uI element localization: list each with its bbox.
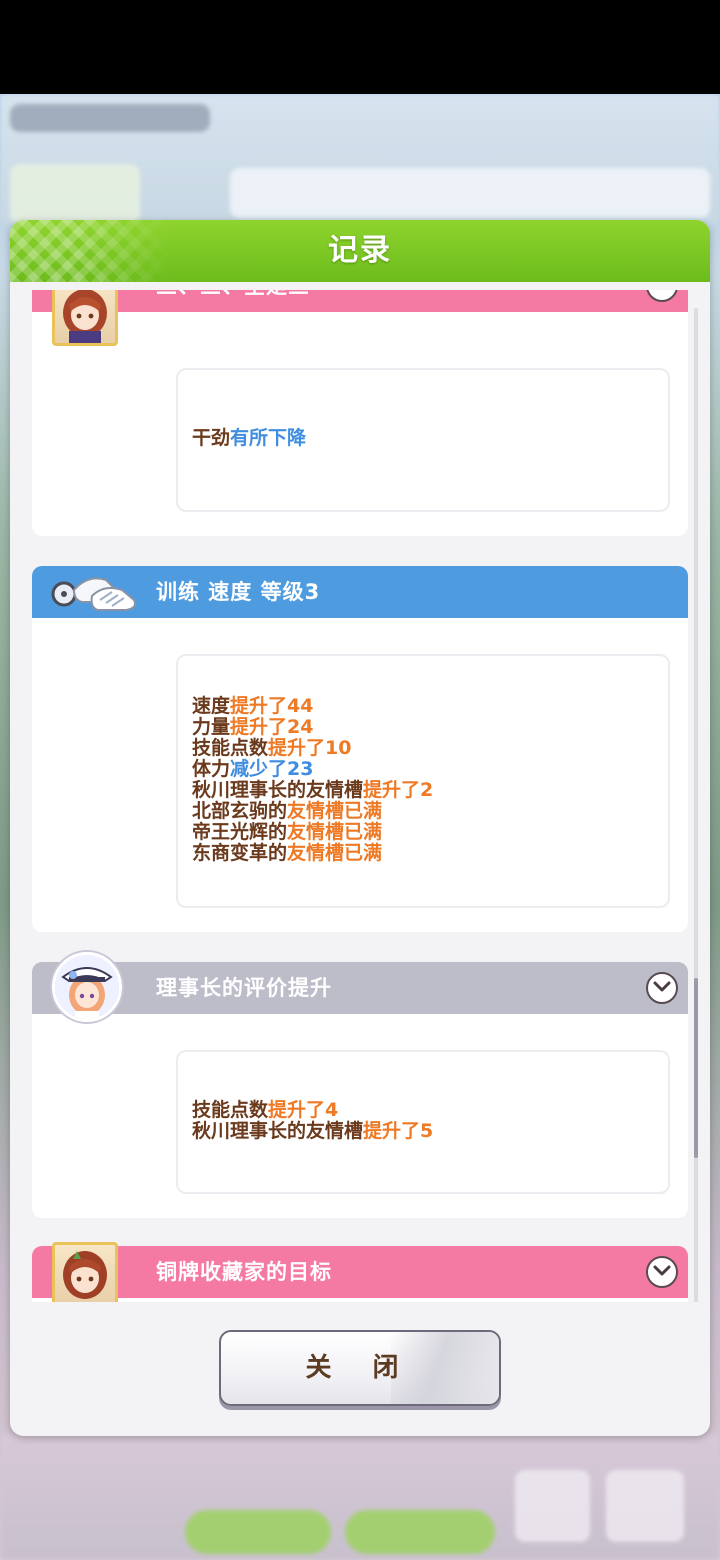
modal-footer: 关 闭 <box>10 1302 710 1436</box>
detail-line: 技能点数提升了10 <box>192 738 433 759</box>
detail-text: 秋川理事长的友情槽 <box>192 779 364 801</box>
chevron-down-icon[interactable] <box>646 1256 678 1288</box>
detail-line: 技能点数提升了4 <box>192 1100 433 1121</box>
detail-text: 东商变革的 <box>192 842 288 864</box>
entry-title: 训练 速度 等级3 <box>156 580 321 604</box>
detail-line: 干劲有所下降 <box>192 428 306 449</box>
close-button[interactable]: 关 闭 <box>219 1330 501 1406</box>
detail-change: 友情槽已满 <box>287 800 383 822</box>
detail-change: 有所下降 <box>230 427 307 449</box>
detail-lines: 干劲有所下降 <box>192 428 306 449</box>
detail-line: 秋川理事长的友情槽提升了2 <box>192 780 433 801</box>
detail-line: 北部玄驹的友情槽已满 <box>192 801 433 822</box>
log-list[interactable]: 三、三、全是三 干劲有所下降 训练 速度 等 <box>32 290 688 1302</box>
scrollbar-thumb[interactable] <box>694 978 698 1158</box>
entry-header[interactable]: 理事长的评价提升 <box>32 962 688 1014</box>
detail-line: 体力减少了23 <box>192 759 433 780</box>
detail-change: 减少了23 <box>230 758 314 780</box>
scrollbar[interactable] <box>694 308 698 1308</box>
detail-line: 速度提升了44 <box>192 696 433 717</box>
log-entry: 三、三、全是三 干劲有所下降 <box>32 290 688 536</box>
detail-lines: 技能点数提升了4 秋川理事长的友情槽提升了5 <box>192 1100 433 1142</box>
modal-title: 记录 <box>328 233 392 268</box>
entry-title: 理事长的评价提升 <box>156 976 332 1000</box>
background-button <box>185 1510 331 1554</box>
background-button <box>606 1470 684 1542</box>
log-entry: 铜牌收藏家的目标 <box>32 1246 688 1302</box>
entry-header[interactable]: 三、三、全是三 <box>32 290 688 312</box>
detail-line: 力量提升了24 <box>192 717 433 738</box>
character-portrait <box>52 290 118 346</box>
detail-text: 速度 <box>192 695 231 717</box>
detail-change: 友情槽已满 <box>287 842 383 864</box>
detail-text: 力量 <box>192 716 231 738</box>
detail-change: 提升了5 <box>363 1120 434 1142</box>
log-entry: 理事长的评价提升 技能点数提升了4 秋川理事长的友情槽提升了5 <box>32 962 688 1218</box>
entry-detail-box: 技能点数提升了4 秋川理事长的友情槽提升了5 <box>176 1050 670 1194</box>
entry-detail-box: 干劲有所下降 <box>176 368 670 512</box>
chevron-down-icon[interactable] <box>646 290 678 302</box>
detail-change: 友情槽已满 <box>287 821 383 843</box>
detail-lines: 速度提升了44 力量提升了24 技能点数提升了10 体力减少了23 秋川理事长的… <box>192 696 433 864</box>
detail-text: 技能点数 <box>192 737 269 759</box>
detail-line: 秋川理事长的友情槽提升了5 <box>192 1121 433 1142</box>
log-entry: 训练 速度 等级3 速度提升了44 力量提升了24 技能点数提升了10 体力减少… <box>32 566 688 932</box>
background-chip <box>10 164 140 224</box>
detail-change: 提升了4 <box>268 1099 339 1121</box>
detail-text: 秋川理事长的友情槽 <box>192 1120 364 1142</box>
character-portrait <box>52 1242 118 1302</box>
modal-header: 记录 <box>10 220 710 282</box>
detail-text: 北部玄驹的 <box>192 800 288 822</box>
entry-detail-box: 速度提升了44 力量提升了24 技能点数提升了10 体力减少了23 秋川理事长的… <box>176 654 670 908</box>
background-button <box>515 1470 590 1542</box>
detail-change: 提升了10 <box>268 737 352 759</box>
entry-header[interactable]: 铜牌收藏家的目标 <box>32 1246 688 1298</box>
detail-change: 提升了44 <box>230 695 314 717</box>
chairwoman-portrait <box>52 952 122 1022</box>
close-button-label: 关 闭 <box>305 1353 415 1383</box>
background-button <box>345 1510 495 1554</box>
entry-title: 铜牌收藏家的目标 <box>156 1260 332 1284</box>
detail-change: 提升了2 <box>363 779 434 801</box>
detail-line: 帝王光辉的友情槽已满 <box>192 822 433 843</box>
detail-line: 东商变革的友情槽已满 <box>192 843 433 864</box>
detail-text: 干劲 <box>192 427 231 449</box>
detail-change: 提升了24 <box>230 716 314 738</box>
detail-text: 体力 <box>192 758 231 780</box>
detail-text: 技能点数 <box>192 1099 269 1121</box>
chevron-down-icon[interactable] <box>646 972 678 1004</box>
detail-text: 帝王光辉的 <box>192 821 288 843</box>
status-bar <box>0 0 720 94</box>
background-chip <box>230 168 710 218</box>
background-chip <box>10 104 210 132</box>
log-modal: 记录 三、三、全是三 干劲有所下降 <box>10 220 710 1436</box>
entry-title: 三、三、全是三 <box>156 290 310 312</box>
shoes-icon <box>48 570 148 616</box>
